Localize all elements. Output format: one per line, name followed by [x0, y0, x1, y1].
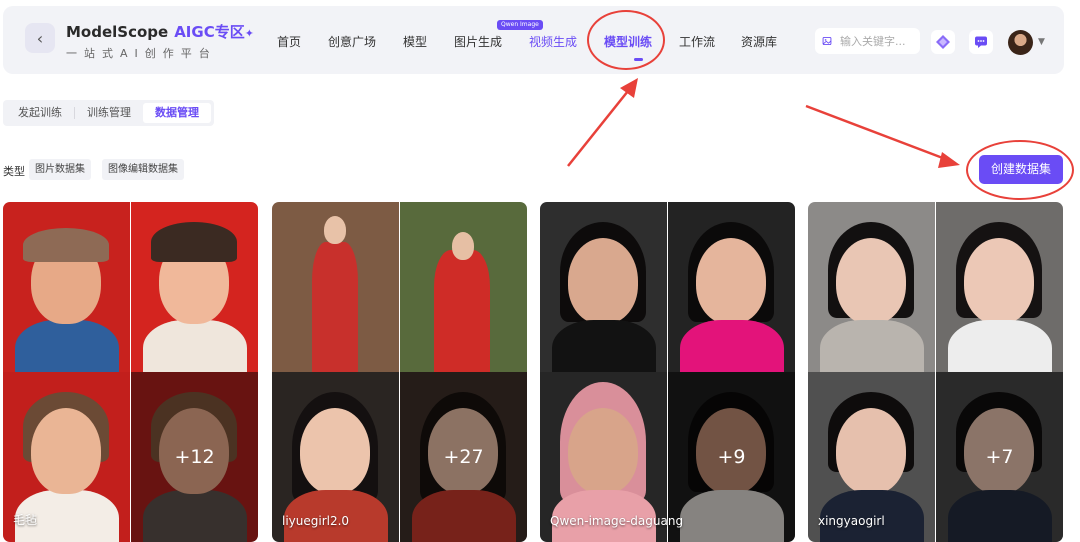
- nav-item-creative-square[interactable]: 创意广场: [328, 33, 376, 50]
- annotation-arrow-right: [805, 104, 949, 162]
- training-subtabs: 发起训练 训练管理 数据管理: [3, 100, 214, 126]
- dataset-thumbnail: [540, 202, 667, 372]
- create-dataset-button[interactable]: 创建数据集: [979, 155, 1063, 184]
- nav-item-models[interactable]: 模型: [403, 33, 427, 50]
- brand-logo[interactable]: ModelScope AIGC专区✦ 一站式AI创作平台: [66, 21, 254, 61]
- messages-button[interactable]: [969, 30, 993, 54]
- nav-item-resources[interactable]: 资源库: [741, 33, 777, 50]
- more-images-count: +12: [131, 372, 258, 542]
- back-button[interactable]: ‹: [25, 23, 55, 53]
- tab-data-management[interactable]: 数据管理: [143, 103, 211, 123]
- diamond-button[interactable]: [931, 30, 955, 54]
- dataset-name: 毛毡: [13, 513, 38, 527]
- nav-item-model-training[interactable]: 模型训练: [604, 33, 652, 50]
- dataset-thumbnail: [400, 202, 527, 372]
- nav-item-image-gen[interactable]: 图片生成: [454, 33, 502, 50]
- filter-image-dataset[interactable]: 图片数据集: [29, 159, 91, 180]
- qwen-image-badge: Qwen Image: [497, 20, 543, 30]
- tab-start-training[interactable]: 发起训练: [6, 103, 74, 123]
- caret-down-icon[interactable]: ▼: [1038, 37, 1045, 47]
- dataset-thumbnail: [3, 202, 130, 372]
- dataset-card[interactable]: +9 Qwen-image-daguang: [540, 202, 795, 542]
- dataset-name: xingyaogirl: [818, 514, 885, 528]
- dataset-card[interactable]: +12 毛毡: [3, 202, 258, 542]
- nav-item-workflow[interactable]: 工作流: [679, 33, 715, 50]
- sparkle-icon: ✦: [244, 27, 254, 40]
- dataset-thumbnail: [131, 202, 258, 372]
- diamond-icon: [936, 35, 950, 49]
- brand-name: ModelScope: [66, 23, 169, 41]
- arrowhead-icon: [938, 152, 960, 168]
- arrowhead-icon: [620, 78, 638, 98]
- search-input[interactable]: [838, 33, 920, 49]
- dataset-thumbnail: [668, 202, 795, 372]
- chevron-left-icon: ‹: [36, 28, 44, 48]
- nav-item-home[interactable]: 首页: [277, 33, 301, 50]
- dataset-name: liyuegirl2.0: [282, 514, 350, 528]
- user-avatar[interactable]: [1008, 30, 1033, 55]
- active-tab-indicator: [634, 58, 643, 61]
- message-icon: [975, 36, 987, 48]
- type-filter-label: 类型: [3, 165, 25, 178]
- search-box[interactable]: [815, 28, 920, 54]
- dataset-thumbnail: [936, 202, 1063, 372]
- filter-image-edit-dataset[interactable]: 图像编辑数据集: [102, 159, 184, 180]
- more-images-count: +9: [668, 372, 795, 542]
- nav-item-video-gen[interactable]: 视频生成: [529, 33, 577, 50]
- tab-training-management[interactable]: 训练管理: [75, 103, 143, 123]
- dataset-card[interactable]: +7 xingyaogirl: [808, 202, 1063, 542]
- image-search-icon[interactable]: [822, 34, 832, 48]
- dataset-card[interactable]: +27 liyuegirl2.0: [272, 202, 527, 542]
- more-images-count: +27: [400, 372, 527, 542]
- top-header: ‹ ModelScope AIGC专区✦ 一站式AI创作平台 首页 创意广场 模型…: [3, 6, 1064, 74]
- brand-subtitle: 一站式AI创作平台: [66, 47, 217, 60]
- more-images-count: +7: [936, 372, 1063, 542]
- dataset-name: Qwen-image-daguang: [550, 514, 684, 528]
- annotation-arrow-up: [567, 85, 633, 167]
- dataset-thumbnail: [272, 202, 399, 372]
- dataset-thumbnail: [808, 202, 935, 372]
- brand-aigc: AIGC专区: [174, 23, 245, 41]
